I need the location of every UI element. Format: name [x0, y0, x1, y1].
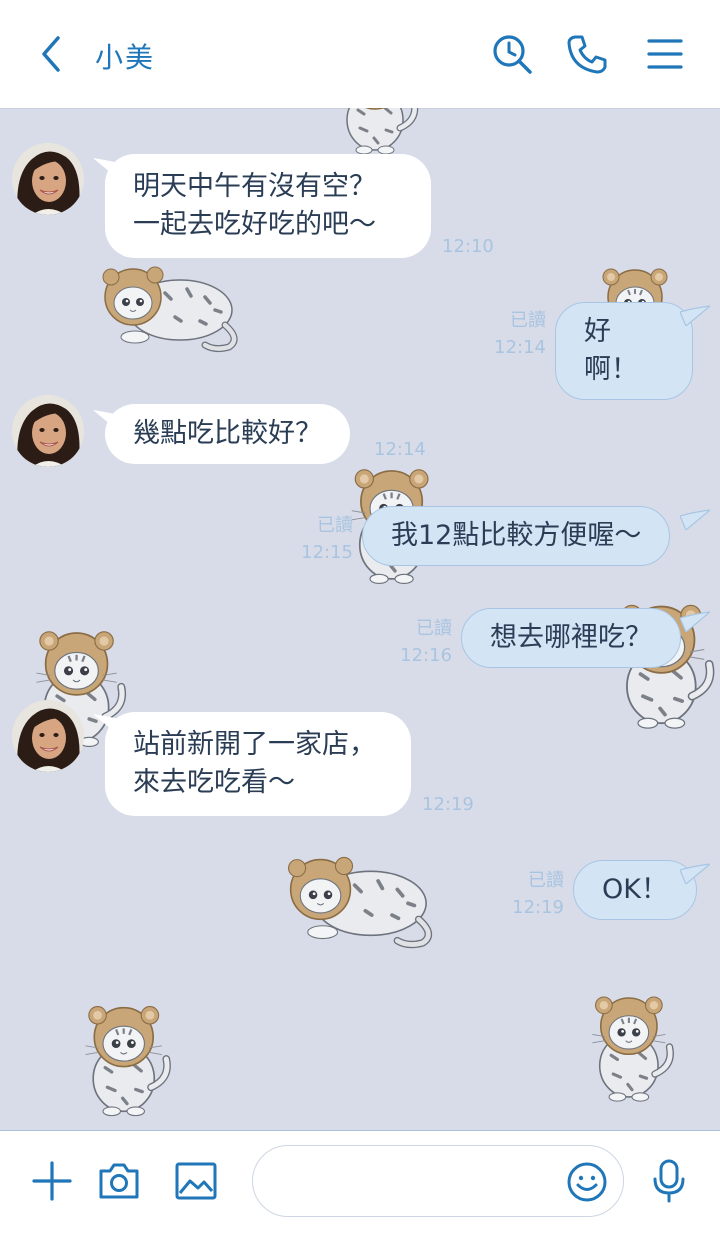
message-input-container[interactable]: [252, 1145, 624, 1217]
message-input-bar: [0, 1130, 720, 1233]
camera-icon[interactable]: [95, 1157, 143, 1205]
emoji-icon[interactable]: [565, 1160, 609, 1204]
outgoing-message-bubble[interactable]: 想去哪裡吃？: [461, 608, 681, 668]
incoming-message-bubble[interactable]: 站前新開了一家店， 來去吃吃看～: [105, 712, 411, 816]
bubble-tail: [680, 305, 710, 326]
message-time: 12:14: [494, 337, 546, 358]
read-receipt: 已讀: [528, 870, 564, 891]
avatar[interactable]: [12, 395, 84, 467]
message-time: 12:16: [400, 645, 452, 666]
outgoing-message-bubble[interactable]: OK！: [573, 860, 697, 920]
cat-sticker-icon: [582, 983, 682, 1113]
message-time: 12:14: [374, 439, 426, 460]
cat-sticker-icon: [280, 843, 440, 953]
outgoing-message-bubble[interactable]: 我12點比較方便喔～: [362, 506, 671, 566]
avatar[interactable]: [12, 143, 84, 215]
avatar[interactable]: [12, 700, 84, 772]
message-time: 12:10: [442, 236, 494, 257]
plus-icon[interactable]: [28, 1157, 76, 1205]
menu-icon[interactable]: [643, 32, 687, 76]
contact-name[interactable]: 小美: [95, 36, 155, 76]
bubble-tail: [680, 509, 710, 530]
image-icon[interactable]: [172, 1157, 220, 1205]
read-receipt: 已讀: [416, 618, 452, 639]
incoming-message-bubble[interactable]: 明天中午有沒有空？ 一起去吃好吃的吧～: [105, 154, 431, 258]
cat-sticker-icon: [330, 108, 426, 158]
chat-header: 小美: [0, 0, 720, 109]
cat-sticker-icon: [62, 1000, 192, 1120]
read-receipt: 已讀: [317, 515, 353, 536]
message-time: 12:19: [512, 897, 564, 918]
outgoing-message-bubble[interactable]: 好啊！: [555, 302, 693, 400]
back-icon[interactable]: [30, 32, 74, 76]
read-receipt: 已讀: [510, 310, 546, 331]
bubble-tail: [680, 863, 710, 884]
bubble-tail: [680, 611, 710, 632]
message-input[interactable]: [277, 1162, 561, 1200]
cat-sticker-icon: [95, 250, 245, 360]
phone-icon[interactable]: [565, 32, 609, 76]
message-time: 12:19: [422, 794, 474, 815]
search-history-icon[interactable]: [490, 32, 534, 76]
incoming-message-bubble[interactable]: 幾點吃比較好？: [105, 404, 350, 464]
message-time: 12:15: [301, 542, 353, 563]
chat-area[interactable]: 明天中午有沒有空？ 一起去吃好吃的吧～ 12:10 已讀 12:14 好啊！ 幾…: [0, 108, 720, 1130]
microphone-icon[interactable]: [645, 1157, 693, 1205]
